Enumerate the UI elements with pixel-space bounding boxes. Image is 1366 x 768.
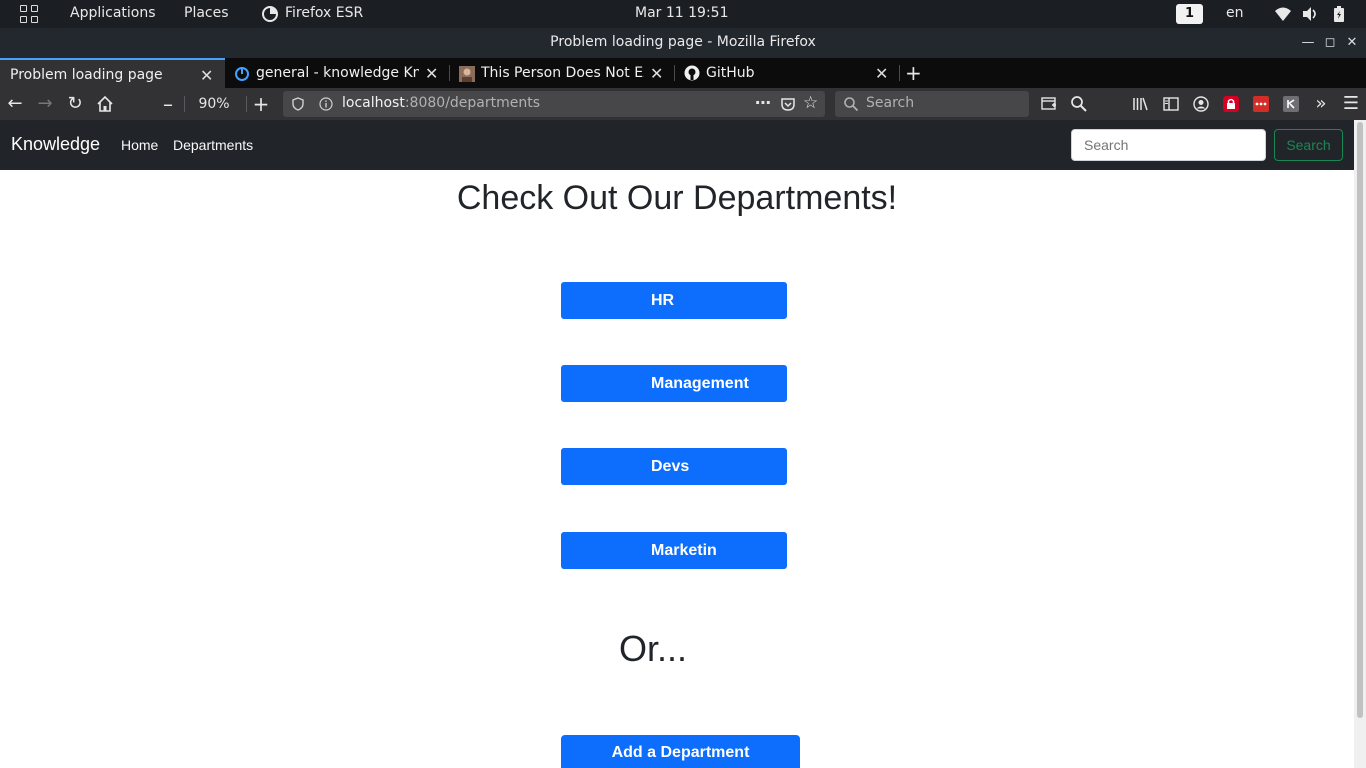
language-indicator[interactable]: en: [1226, 5, 1244, 21]
url-host: localhost: [342, 95, 405, 111]
window-title: Problem loading page - Mozilla Firefox: [550, 34, 816, 50]
zoom-level[interactable]: 90%: [192, 94, 236, 114]
tab-separator: [899, 65, 900, 81]
site-search-input[interactable]: [1071, 129, 1266, 161]
applications-menu[interactable]: Applications: [70, 5, 156, 21]
library-icon[interactable]: [1131, 95, 1149, 113]
nav-link-departments[interactable]: Departments: [173, 137, 253, 153]
hamburger-menu-icon[interactable]: ☰: [1341, 94, 1361, 114]
tab-problem-loading[interactable]: Problem loading page ✕: [0, 58, 225, 88]
scrollbar-thumb[interactable]: [1357, 122, 1363, 718]
workspace-indicator[interactable]: 1: [1176, 4, 1203, 24]
toolbar-separator: [184, 96, 185, 112]
url-bar[interactable]: localhost:8080/departments ⋯ ☆: [283, 91, 825, 117]
search-icon: [844, 97, 859, 112]
active-app-name[interactable]: Firefox ESR: [285, 5, 363, 21]
overflow-chevron-icon[interactable]: »: [1311, 94, 1331, 114]
url-text[interactable]: localhost:8080/departments: [342, 95, 540, 111]
page-heading: Check Out Our Departments!: [456, 179, 898, 217]
system-top-bar: Applications Places Firefox ESR Mar 11 1…: [0, 0, 1366, 28]
search-placeholder: Search: [866, 95, 915, 111]
url-path: :8080/departments: [404, 95, 541, 111]
add-department-button[interactable]: Add a Department: [561, 735, 800, 768]
sidebar-icon[interactable]: [1162, 95, 1180, 113]
wifi-icon[interactable]: [1274, 5, 1292, 23]
close-tab-icon[interactable]: ✕: [200, 66, 213, 85]
close-window-icon[interactable]: ✕: [1345, 36, 1359, 50]
new-tab-icon[interactable]: +: [905, 61, 922, 85]
firefox-icon: [262, 6, 278, 22]
reload-icon[interactable]: ↻: [65, 94, 85, 114]
forward-icon[interactable]: →: [35, 94, 55, 114]
tab-general-knowledge[interactable]: general - knowledge Kno ✕: [225, 58, 450, 88]
department-button-label: Devs: [651, 458, 690, 475]
department-button-label: Marketin: [651, 542, 717, 559]
lock-extension-icon[interactable]: [1222, 95, 1240, 113]
power-icon: [235, 67, 249, 81]
nav-link-home[interactable]: Home: [121, 137, 158, 153]
department-button-marketin[interactable]: Marketin: [561, 532, 787, 569]
lastpass-icon[interactable]: [1252, 95, 1270, 113]
site-brand[interactable]: Knowledge: [11, 134, 100, 155]
tab-label: general - knowledge Kno: [256, 65, 419, 81]
app-grid-icon[interactable]: [20, 5, 38, 23]
pocket-icon[interactable]: [780, 96, 796, 112]
department-button-label: Management: [651, 375, 749, 392]
bookmark-star-icon[interactable]: ☆: [803, 93, 818, 113]
page-actions-icon[interactable]: ⋯: [755, 93, 771, 112]
account-icon[interactable]: [1192, 95, 1210, 113]
close-tab-icon[interactable]: ✕: [425, 64, 438, 83]
close-tab-icon[interactable]: ✕: [875, 64, 888, 83]
zoom-in-icon[interactable]: +: [251, 94, 271, 114]
synced-tabs-icon[interactable]: [1040, 95, 1058, 113]
department-button-devs[interactable]: Devs: [561, 448, 787, 485]
close-tab-icon[interactable]: ✕: [650, 64, 663, 83]
tab-label: This Person Does Not Exi: [481, 65, 644, 81]
department-button-hr[interactable]: HR: [561, 282, 787, 319]
tab-label: GitHub: [706, 65, 755, 81]
site-navbar: Knowledge Home Departments Search: [0, 120, 1354, 170]
toolbar-separator: [246, 96, 247, 112]
person-photo-icon: [459, 66, 475, 82]
clock[interactable]: Mar 11 19:51: [635, 5, 728, 21]
navigation-toolbar: ← → ↻ – 90% + localhost:8080/departments…: [0, 88, 1366, 120]
find-icon[interactable]: [1070, 95, 1088, 113]
page-scrollbar[interactable]: [1354, 120, 1366, 768]
maximize-icon[interactable]: ◻: [1323, 36, 1337, 50]
tab-github[interactable]: GitHub ✕: [675, 58, 900, 88]
tab-strip: Problem loading page ✕ general - knowled…: [0, 58, 1366, 88]
department-button-management[interactable]: Management: [561, 365, 787, 402]
back-icon[interactable]: ←: [5, 94, 25, 114]
extension-icon[interactable]: [1282, 95, 1300, 113]
shield-icon[interactable]: [291, 97, 305, 111]
zoom-out-icon[interactable]: –: [158, 94, 178, 114]
page-content: Knowledge Home Departments Search Check …: [0, 120, 1354, 768]
or-divider-text: Or...: [619, 628, 688, 669]
department-button-label: HR: [651, 292, 675, 309]
window-title-bar: Problem loading page - Mozilla Firefox —…: [0, 28, 1366, 58]
tab-this-person[interactable]: This Person Does Not Exi ✕: [450, 58, 675, 88]
battery-icon[interactable]: [1330, 5, 1348, 23]
places-menu[interactable]: Places: [184, 5, 229, 21]
browser-search-bar[interactable]: Search: [835, 91, 1029, 117]
site-search-button[interactable]: Search: [1274, 129, 1343, 161]
info-icon[interactable]: [319, 97, 333, 111]
tab-label: Problem loading page: [10, 67, 163, 83]
github-icon: [684, 65, 700, 81]
minimize-icon[interactable]: —: [1301, 36, 1315, 50]
volume-icon[interactable]: [1301, 5, 1319, 23]
home-icon[interactable]: [96, 95, 114, 113]
